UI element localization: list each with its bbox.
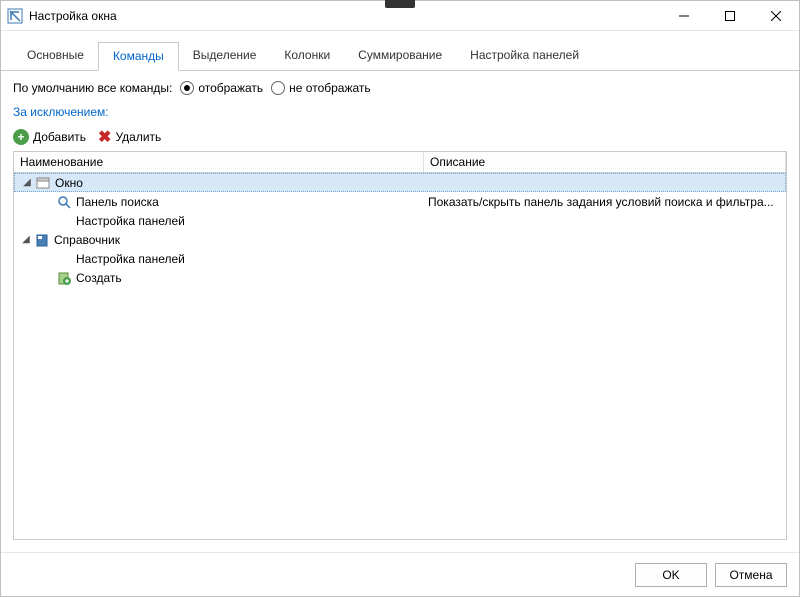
blank-icon xyxy=(56,251,72,267)
cell-name: Панель поиска xyxy=(14,192,424,211)
minimize-icon xyxy=(679,11,689,21)
table-row[interactable]: Настройка панелей xyxy=(14,249,786,268)
delete-label: Удалить xyxy=(115,130,161,144)
tab-1[interactable]: Команды xyxy=(98,42,179,71)
expander-icon[interactable]: ◢ xyxy=(20,234,32,245)
row-label: Панель поиска xyxy=(76,195,159,209)
maximize-icon xyxy=(725,11,735,21)
close-button[interactable] xyxy=(753,1,799,30)
row-label: Настройка панелей xyxy=(76,252,185,266)
table-body: ◢ Окно Панель поиска Показать/скрыть панель… xyxy=(14,173,786,539)
table-row[interactable]: Настройка панелей xyxy=(14,211,786,230)
cell-name: ◢ Справочник xyxy=(14,230,424,249)
radio-icon xyxy=(271,81,285,95)
top-ornament xyxy=(385,0,415,8)
window-frame: Настройка окна ОсновныеКомандыВыделениеК… xyxy=(0,0,800,597)
cell-desc: Показать/скрыть панель задания условий п… xyxy=(424,195,786,209)
titlebar: Настройка окна xyxy=(1,1,799,31)
tab-strip: ОсновныеКомандыВыделениеКолонкиСуммирова… xyxy=(1,31,799,71)
ok-button[interactable]: OK xyxy=(635,563,707,587)
default-commands-label: По умолчанию все команды: xyxy=(13,81,172,95)
table-row[interactable]: ◢ Окно xyxy=(14,173,786,192)
radio-icon xyxy=(180,81,194,95)
tab-0[interactable]: Основные xyxy=(13,42,98,71)
commands-table: Наименование Описание ◢ Окно Панель поиска… xyxy=(13,151,787,540)
tab-3[interactable]: Колонки xyxy=(270,42,344,71)
window-title: Настройка окна xyxy=(29,9,117,23)
tab-5[interactable]: Настройка панелей xyxy=(456,42,593,71)
tab-body: По умолчанию все команды: отображать не … xyxy=(1,71,799,552)
table-header: Наименование Описание xyxy=(14,152,786,173)
cell-name: Настройка панелей xyxy=(14,249,424,268)
dialog-footer: OK Отмена xyxy=(1,552,799,596)
table-row[interactable]: Панель поиска Показать/скрыть панель зада… xyxy=(14,192,786,211)
column-header-desc[interactable]: Описание xyxy=(424,152,786,172)
tab-4[interactable]: Суммирование xyxy=(344,42,456,71)
app-icon xyxy=(7,8,23,24)
default-commands-row: По умолчанию все команды: отображать не … xyxy=(13,81,787,95)
maximize-button[interactable] xyxy=(707,1,753,30)
delete-button[interactable]: ✖ Удалить xyxy=(98,127,161,147)
create-icon xyxy=(56,270,72,286)
cell-name: Настройка панелей xyxy=(14,211,424,230)
tab-2[interactable]: Выделение xyxy=(179,42,271,71)
table-row[interactable]: ◢ Справочник xyxy=(14,230,786,249)
x-icon: ✖ xyxy=(98,127,111,147)
row-label: Настройка панелей xyxy=(76,214,185,228)
radio-hide-label: не отображать xyxy=(289,81,371,95)
radio-show[interactable]: отображать xyxy=(180,81,263,95)
exception-label: За исключением: xyxy=(13,105,787,119)
ok-label: OK xyxy=(662,568,679,582)
window-icon xyxy=(35,175,51,191)
plus-icon: + xyxy=(13,129,29,145)
row-label: Справочник xyxy=(54,233,120,247)
row-label: Окно xyxy=(55,176,83,190)
radio-show-label: отображать xyxy=(198,81,263,95)
cell-name: Создать xyxy=(14,268,424,287)
radio-hide[interactable]: не отображать xyxy=(271,81,371,95)
search-icon xyxy=(56,194,72,210)
book-icon xyxy=(34,232,50,248)
toolbar: + Добавить ✖ Удалить xyxy=(13,127,787,147)
blank-icon xyxy=(56,213,72,229)
cancel-button[interactable]: Отмена xyxy=(715,563,787,587)
expander-icon[interactable]: ◢ xyxy=(21,177,33,188)
minimize-button[interactable] xyxy=(661,1,707,30)
close-icon xyxy=(771,11,781,21)
cell-name: ◢ Окно xyxy=(15,174,425,191)
column-header-name[interactable]: Наименование xyxy=(14,152,424,172)
cancel-label: Отмена xyxy=(729,568,772,582)
row-label: Создать xyxy=(76,271,122,285)
add-label: Добавить xyxy=(33,130,86,144)
add-button[interactable]: + Добавить xyxy=(13,129,86,145)
table-row[interactable]: Создать xyxy=(14,268,786,287)
